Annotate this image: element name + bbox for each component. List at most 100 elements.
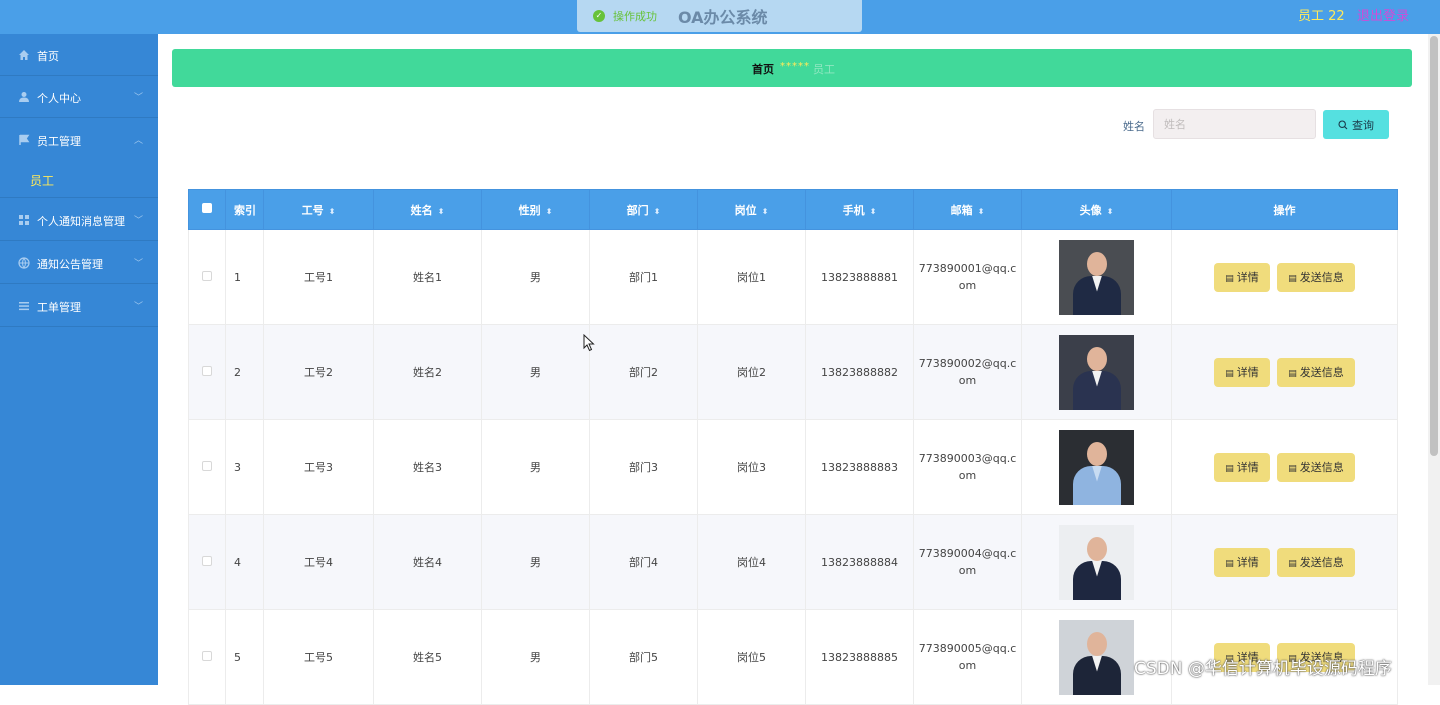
- logout-link[interactable]: 退出登录: [1357, 5, 1409, 24]
- cell-name: 姓名3: [373, 419, 482, 515]
- cell-name: 姓名1: [373, 229, 482, 325]
- sidebar-subitem-employee[interactable]: 员工: [0, 162, 158, 198]
- sidebar-subitem-label: 员工: [30, 174, 55, 188]
- sidebar: 首页 个人中心 ﹀ 员工管理 ︿ 员工 个人通知消息管理 ﹀ 通知公告管理 ﹀ …: [0, 34, 158, 685]
- table-row: 3 工号3 姓名3 男 部门3 岗位3 13823888883 77389000…: [188, 419, 1398, 515]
- table-row: 2 工号2 姓名2 男 部门2 岗位2 13823888882 77389000…: [188, 324, 1398, 420]
- column-header-avatar[interactable]: 头像 ⬍: [1021, 189, 1172, 230]
- detail-button[interactable]: ▤ 详情: [1214, 547, 1270, 577]
- sidebar-item-employee-management[interactable]: 员工管理 ︿: [0, 119, 158, 161]
- cell-post: 岗位3: [697, 419, 806, 515]
- cell-gender: 男: [481, 324, 590, 420]
- sidebar-item-work-orders[interactable]: 工单管理 ﹀: [0, 285, 158, 327]
- table-header-row: 索引 工号 ⬍ 姓名 ⬍ 性别 ⬍ 部门 ⬍ 岗位 ⬍ 手机 ⬍ 邮箱 ⬍ 头像 ⬍ 操作: [188, 189, 1398, 230]
- detail-button[interactable]: ▤ 详情: [1214, 262, 1270, 292]
- current-user: 员工 22: [1298, 9, 1345, 24]
- avatar[interactable]: [1059, 619, 1134, 695]
- breadcrumb-home[interactable]: 首页: [752, 61, 774, 77]
- avatar[interactable]: [1059, 239, 1134, 315]
- detail-button[interactable]: ▤ 详情: [1214, 452, 1270, 482]
- column-header-dept[interactable]: 部门 ⬍: [589, 189, 698, 230]
- column-header-emp-no[interactable]: 工号 ⬍: [263, 189, 374, 230]
- cell-dept: 部门4: [589, 514, 698, 610]
- cell-emp-no: 工号3: [263, 419, 374, 515]
- document-icon: ▤: [1225, 273, 1234, 284]
- cell-emp-no: 工号4: [263, 514, 374, 610]
- toast-message: 操作成功: [613, 10, 657, 23]
- cell-dept: 部门3: [589, 419, 698, 515]
- sidebar-item-announcements[interactable]: 通知公告管理 ﹀: [0, 242, 158, 284]
- select-all-checkbox-cell[interactable]: [188, 189, 226, 230]
- send-message-button[interactable]: ▤ 发送信息: [1277, 262, 1355, 292]
- flag-icon: [19, 134, 30, 145]
- globe-icon: [18, 257, 30, 269]
- chevron-down-icon: ﹀: [134, 302, 144, 312]
- column-header-gender[interactable]: 性别 ⬍: [481, 189, 590, 230]
- column-header-phone[interactable]: 手机 ⬍: [805, 189, 914, 230]
- cell-index: 2: [225, 324, 264, 420]
- sidebar-item-label: 工单管理: [37, 301, 81, 314]
- row-checkbox[interactable]: [202, 270, 212, 281]
- sort-icon[interactable]: ⬍: [329, 207, 336, 216]
- cell-phone: 13823888883: [805, 419, 914, 515]
- sort-icon[interactable]: ⬍: [654, 207, 661, 216]
- grid-icon: [19, 215, 29, 225]
- cell-phone: 13823888882: [805, 324, 914, 420]
- cell-index: 4: [225, 514, 264, 610]
- cell-email: 773890004@qq.com: [913, 514, 1022, 610]
- row-checkbox[interactable]: [202, 650, 212, 661]
- breadcrumb: 首页 ***** 员工: [172, 49, 1412, 87]
- sidebar-item-label: 个人中心: [37, 92, 81, 105]
- cell-index: 1: [225, 229, 264, 325]
- cell-name: 姓名4: [373, 514, 482, 610]
- column-header-email[interactable]: 邮箱 ⬍: [913, 189, 1022, 230]
- watermark: CSDN @华信计算机毕设源码程序: [1134, 659, 1392, 679]
- sort-icon[interactable]: ⬍: [870, 207, 877, 216]
- chevron-up-icon: ︿: [134, 136, 144, 146]
- home-icon: [19, 50, 29, 60]
- sort-icon[interactable]: ⬍: [546, 207, 553, 216]
- top-bar: ✓ 操作成功 OA办公系统 员工 22 退出登录: [0, 0, 1440, 34]
- column-header-post[interactable]: 岗位 ⬍: [697, 189, 806, 230]
- row-checkbox[interactable]: [202, 555, 212, 566]
- cell-post: 岗位1: [697, 229, 806, 325]
- sidebar-item-personal-notifications[interactable]: 个人通知消息管理 ﹀: [0, 199, 158, 241]
- check-icon: ✓: [593, 10, 605, 22]
- table-row: 1 工号1 姓名1 男 部门1 岗位1 13823888881 77389000…: [188, 229, 1398, 325]
- name-search-input[interactable]: [1153, 109, 1316, 139]
- sidebar-item-profile[interactable]: 个人中心 ﹀: [0, 76, 158, 118]
- search-label: 姓名: [1123, 120, 1145, 133]
- avatar[interactable]: [1059, 334, 1134, 410]
- document-icon: ▤: [1225, 463, 1234, 474]
- document-icon: ▤: [1288, 463, 1297, 474]
- cell-dept: 部门5: [589, 609, 698, 705]
- detail-button[interactable]: ▤ 详情: [1214, 357, 1270, 387]
- chevron-down-icon: ﹀: [134, 216, 144, 226]
- scrollbar-thumb[interactable]: [1430, 36, 1438, 456]
- select-all-checkbox[interactable]: [202, 203, 212, 213]
- cell-index: 3: [225, 419, 264, 515]
- document-icon: ▤: [1288, 273, 1297, 284]
- table-row: 4 工号4 姓名4 男 部门4 岗位4 13823888884 77389000…: [188, 514, 1398, 610]
- avatar[interactable]: [1059, 429, 1134, 505]
- send-message-button[interactable]: ▤ 发送信息: [1277, 547, 1355, 577]
- send-message-button[interactable]: ▤ 发送信息: [1277, 357, 1355, 387]
- avatar[interactable]: [1059, 524, 1134, 600]
- column-header-name[interactable]: 姓名 ⬍: [373, 189, 482, 230]
- sidebar-item-label: 员工管理: [37, 135, 81, 148]
- user-icon: [19, 92, 29, 102]
- sort-icon[interactable]: ⬍: [1107, 207, 1114, 216]
- sidebar-item-label: 个人通知消息管理: [37, 215, 125, 228]
- search-button[interactable]: 查询: [1323, 110, 1389, 139]
- sidebar-item-home[interactable]: 首页: [0, 34, 158, 76]
- sort-icon[interactable]: ⬍: [978, 207, 985, 216]
- row-checkbox[interactable]: [202, 460, 212, 471]
- sort-icon[interactable]: ⬍: [762, 207, 769, 216]
- vertical-scrollbar[interactable]: [1428, 34, 1440, 685]
- cell-email: 773890003@qq.com: [913, 419, 1022, 515]
- row-checkbox[interactable]: [202, 365, 212, 376]
- document-icon: ▤: [1288, 368, 1297, 379]
- sort-icon[interactable]: ⬍: [438, 207, 445, 216]
- cell-email: 773890002@qq.com: [913, 324, 1022, 420]
- send-message-button[interactable]: ▤ 发送信息: [1277, 452, 1355, 482]
